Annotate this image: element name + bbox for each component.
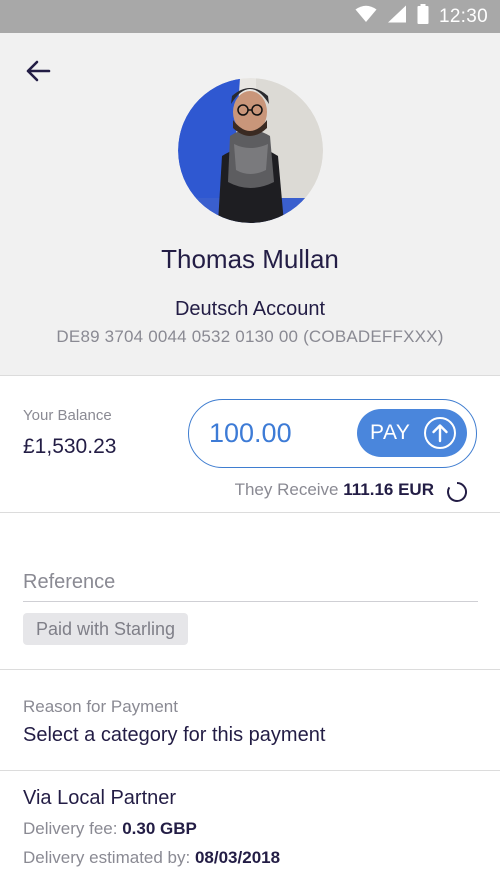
delivery-estimate-label: Delivery estimated by: (23, 848, 191, 867)
status-time: 12:30 (438, 5, 488, 27)
receive-amount: They Receive 111.16 EUR (235, 480, 434, 500)
reason-label: Reason for Payment (23, 697, 178, 716)
receive-value: 111.16 EUR (343, 480, 434, 499)
amount-section: Your Balance £1,530.23 PAY They Receive … (0, 377, 500, 513)
delivery-estimate: Delivery estimated by: 08/03/2018 (23, 848, 280, 868)
wifi-icon (355, 5, 377, 28)
balance-value: £1,530.23 (23, 435, 117, 458)
receive-label: They Receive (234, 480, 339, 499)
reason-selector[interactable]: Reason for Payment Select a category for… (0, 671, 500, 771)
partner-title: Via Local Partner (23, 787, 177, 809)
cell-signal-icon (387, 5, 407, 28)
arrow-up-circle-icon (423, 416, 457, 450)
balance-label: Your Balance (23, 407, 112, 424)
pay-button-label: PAY (370, 421, 411, 444)
reason-value: Select a category for this payment (23, 724, 326, 746)
avatar (178, 78, 323, 223)
arrow-left-icon (25, 60, 51, 87)
loading-spinner-icon (446, 481, 468, 503)
amount-input[interactable] (209, 415, 349, 451)
payee-header: Thomas Mullan Deutsch Account DE89 3704 … (0, 33, 500, 376)
delivery-fee: Delivery fee: 0.30 GBP (23, 819, 197, 839)
status-bar: 12:30 (0, 0, 500, 33)
pay-button[interactable]: PAY (357, 409, 467, 457)
delivery-fee-label: Delivery fee: (23, 819, 118, 838)
delivery-estimate-value: 08/03/2018 (194, 848, 281, 867)
status-icons: 12:30 (355, 0, 488, 33)
account-details: DE89 3704 0044 0532 0130 00 (COBADEFFXXX… (56, 327, 444, 346)
delivery-fee-value: 0.30 GBP (122, 819, 197, 838)
delivery-info: Via Local Partner Delivery fee: 0.30 GBP… (0, 772, 500, 889)
avatar-photo (178, 78, 323, 223)
reference-suggestion-chip[interactable]: Paid with Starling (23, 613, 189, 645)
back-button[interactable] (18, 55, 58, 91)
reference-section: Paid with Starling (0, 514, 500, 670)
amount-field: PAY (188, 399, 477, 468)
account-name: Deutsch Account (174, 298, 326, 320)
battery-icon (417, 4, 429, 29)
reference-input[interactable] (23, 564, 478, 602)
payee-name: Thomas Mullan (161, 244, 339, 274)
